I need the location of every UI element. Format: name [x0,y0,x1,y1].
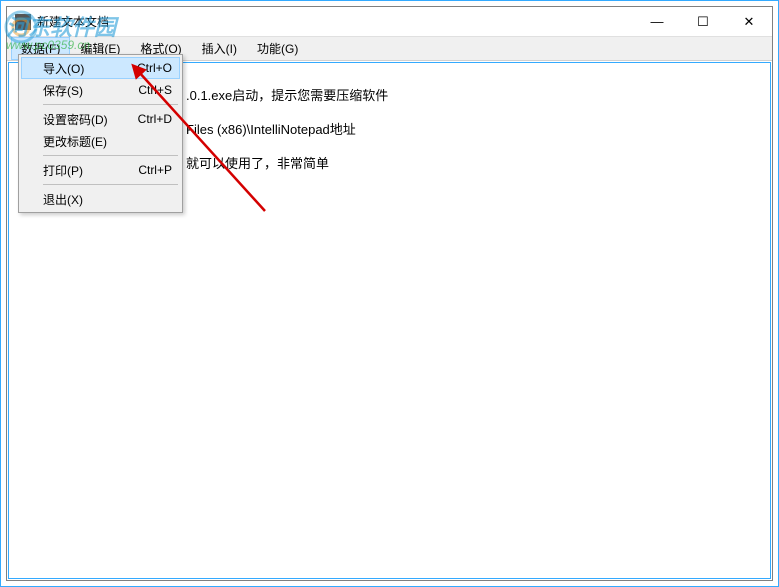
menu-separator [43,155,178,156]
menu-item-shortcut: Ctrl+S [138,83,172,97]
menu-function[interactable]: 功能(G) [247,37,308,60]
editor-text: .0.1.exe启动，提示您需要压缩软件 Files (x86)\Intelli… [186,86,388,188]
menu-change-title[interactable]: 更改标题(E) [21,130,180,152]
app-icon [15,14,31,30]
menu-separator [43,104,178,105]
menu-save[interactable]: 保存(S) Ctrl+S [21,79,180,101]
maximize-button[interactable]: ☐ [680,7,726,37]
editor-line: 就可以使用了，非常简单 [186,154,388,174]
menu-item-label: 导入(O) [43,60,117,77]
window-title: 新建文本文档 [37,13,634,30]
editor-line: Files (x86)\IntelliNotepad地址 [186,120,388,140]
menu-item-label: 退出(X) [43,191,152,208]
menu-import[interactable]: 导入(O) Ctrl+O [21,57,180,79]
menu-print[interactable]: 打印(P) Ctrl+P [21,159,180,181]
dropdown-menu: 导入(O) Ctrl+O 保存(S) Ctrl+S 设置密码(D) Ctrl+D… [18,54,183,213]
menu-item-label: 设置密码(D) [43,111,118,128]
menu-item-shortcut: Ctrl+O [137,61,172,75]
close-button[interactable]: ✕ [726,7,772,37]
window-controls: — ☐ ✕ [634,7,772,37]
menu-exit[interactable]: 退出(X) [21,188,180,210]
menu-item-label: 打印(P) [43,162,118,179]
menu-item-shortcut: Ctrl+D [138,112,172,126]
menu-set-password[interactable]: 设置密码(D) Ctrl+D [21,108,180,130]
menu-item-shortcut: Ctrl+P [138,163,172,177]
minimize-button[interactable]: — [634,7,680,37]
editor-line: .0.1.exe启动，提示您需要压缩软件 [186,86,388,106]
menu-item-label: 更改标题(E) [43,133,152,150]
menu-separator [43,184,178,185]
menu-insert[interactable]: 插入(I) [192,37,247,60]
titlebar: 新建文本文档 — ☐ ✕ [7,7,772,37]
menu-item-label: 保存(S) [43,82,118,99]
